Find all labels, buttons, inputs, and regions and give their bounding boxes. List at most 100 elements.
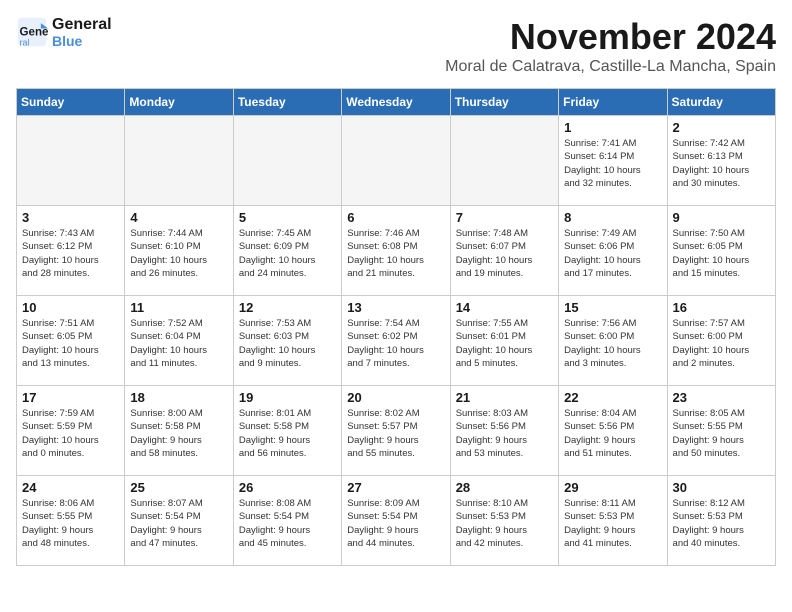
day-info: Sunrise: 7:48 AMSunset: 6:07 PMDaylight:… — [456, 227, 553, 280]
day-info: Sunrise: 8:00 AMSunset: 5:58 PMDaylight:… — [130, 407, 227, 460]
calendar-cell: 26Sunrise: 8:08 AMSunset: 5:54 PMDayligh… — [233, 476, 341, 566]
day-info: Sunrise: 7:46 AMSunset: 6:08 PMDaylight:… — [347, 227, 444, 280]
day-info: Sunrise: 7:41 AMSunset: 6:14 PMDaylight:… — [564, 137, 661, 190]
day-info: Sunrise: 7:43 AMSunset: 6:12 PMDaylight:… — [22, 227, 119, 280]
day-number: 14 — [456, 300, 553, 315]
day-info: Sunrise: 8:05 AMSunset: 5:55 PMDaylight:… — [673, 407, 770, 460]
day-number: 13 — [347, 300, 444, 315]
logo: Gene ral General Blue — [16, 16, 112, 49]
day-number: 29 — [564, 480, 661, 495]
day-info: Sunrise: 8:07 AMSunset: 5:54 PMDaylight:… — [130, 497, 227, 550]
calendar-cell: 15 Sunrise: 7:56 AMSunset: 6:00 PMDayligh… — [559, 296, 667, 386]
day-info: Sunrise: 8:02 AMSunset: 5:57 PMDaylight:… — [347, 407, 444, 460]
calendar-cell: 2Sunrise: 7:42 AMSunset: 6:13 PMDaylight… — [667, 116, 775, 206]
day-number: 7 — [456, 210, 553, 225]
weekday-header-saturday: Saturday — [667, 89, 775, 116]
calendar-cell: 29 Sunrise: 8:11 AMSunset: 5:53 PMDayligh… — [559, 476, 667, 566]
calendar-cell: 25Sunrise: 8:07 AMSunset: 5:54 PMDayligh… — [125, 476, 233, 566]
day-info: Sunrise: 8:04 AMSunset: 5:56 PMDaylight:… — [564, 407, 661, 460]
day-info: Sunrise: 8:06 AMSunset: 5:55 PMDaylight:… — [22, 497, 119, 550]
day-info: Sunrise: 7:52 AMSunset: 6:04 PMDaylight:… — [130, 317, 227, 370]
day-info: Sunrise: 8:12 AMSunset: 5:53 PMDaylight:… — [673, 497, 770, 550]
day-number: 4 — [130, 210, 227, 225]
day-number: 6 — [347, 210, 444, 225]
day-number: 16 — [673, 300, 770, 315]
calendar-cell: 9 Sunrise: 7:50 AMSunset: 6:05 PMDaylight… — [667, 206, 775, 296]
day-info: Sunrise: 7:44 AMSunset: 6:10 PMDaylight:… — [130, 227, 227, 280]
day-number: 11 — [130, 300, 227, 315]
logo-line1: General — [52, 16, 112, 34]
day-info: Sunrise: 7:59 AMSunset: 5:59 PMDaylight:… — [22, 407, 119, 460]
day-info: Sunrise: 8:09 AMSunset: 5:54 PMDaylight:… — [347, 497, 444, 550]
day-info: Sunrise: 7:51 AMSunset: 6:05 PMDaylight:… — [22, 317, 119, 370]
day-number: 3 — [22, 210, 119, 225]
day-info: Sunrise: 8:03 AMSunset: 5:56 PMDaylight:… — [456, 407, 553, 460]
day-number: 17 — [22, 390, 119, 405]
day-info: Sunrise: 7:54 AMSunset: 6:02 PMDaylight:… — [347, 317, 444, 370]
calendar-cell: 30 Sunrise: 8:12 AMSunset: 5:53 PMDayligh… — [667, 476, 775, 566]
calendar-cell: 7 Sunrise: 7:48 AMSunset: 6:07 PMDaylight… — [450, 206, 558, 296]
calendar-cell: 4 Sunrise: 7:44 AMSunset: 6:10 PMDaylight… — [125, 206, 233, 296]
calendar-cell — [450, 116, 558, 206]
calendar-cell: 21 Sunrise: 8:03 AMSunset: 5:56 PMDayligh… — [450, 386, 558, 476]
day-number: 21 — [456, 390, 553, 405]
day-number: 23 — [673, 390, 770, 405]
calendar-cell: 16 Sunrise: 7:57 AMSunset: 6:00 PMDayligh… — [667, 296, 775, 386]
calendar-cell: 3 Sunrise: 7:43 AMSunset: 6:12 PMDaylight… — [17, 206, 125, 296]
weekday-header-friday: Friday — [559, 89, 667, 116]
day-info: Sunrise: 8:11 AMSunset: 5:53 PMDaylight:… — [564, 497, 661, 550]
calendar-cell: 18 Sunrise: 8:00 AMSunset: 5:58 PMDayligh… — [125, 386, 233, 476]
calendar-cell: 12 Sunrise: 7:53 AMSunset: 6:03 PMDayligh… — [233, 296, 341, 386]
weekday-header-monday: Monday — [125, 89, 233, 116]
day-info: Sunrise: 7:50 AMSunset: 6:05 PMDaylight:… — [673, 227, 770, 280]
day-number: 30 — [673, 480, 770, 495]
calendar-cell: 20 Sunrise: 8:02 AMSunset: 5:57 PMDayligh… — [342, 386, 450, 476]
logo-icon: Gene ral — [16, 16, 48, 48]
logo-line2: Blue — [52, 34, 112, 49]
day-info: Sunrise: 7:49 AMSunset: 6:06 PMDaylight:… — [564, 227, 661, 280]
day-number: 22 — [564, 390, 661, 405]
day-number: 2 — [673, 120, 770, 135]
calendar-cell — [342, 116, 450, 206]
weekday-header-sunday: Sunday — [17, 89, 125, 116]
calendar-cell: 24 Sunrise: 8:06 AMSunset: 5:55 PMDayligh… — [17, 476, 125, 566]
calendar-cell — [125, 116, 233, 206]
day-info: Sunrise: 8:10 AMSunset: 5:53 PMDaylight:… — [456, 497, 553, 550]
day-number: 24 — [22, 480, 119, 495]
calendar-cell: 8 Sunrise: 7:49 AMSunset: 6:06 PMDaylight… — [559, 206, 667, 296]
day-number: 1 — [564, 120, 661, 135]
calendar-cell: 11 Sunrise: 7:52 AMSunset: 6:04 PMDayligh… — [125, 296, 233, 386]
day-number: 5 — [239, 210, 336, 225]
day-number: 9 — [673, 210, 770, 225]
day-number: 12 — [239, 300, 336, 315]
day-number: 8 — [564, 210, 661, 225]
calendar-table: SundayMondayTuesdayWednesdayThursdayFrid… — [16, 88, 776, 566]
calendar-cell: 14Sunrise: 7:55 AMSunset: 6:01 PMDayligh… — [450, 296, 558, 386]
day-info: Sunrise: 7:56 AMSunset: 6:00 PMDaylight:… — [564, 317, 661, 370]
day-number: 15 — [564, 300, 661, 315]
day-info: Sunrise: 7:57 AMSunset: 6:00 PMDaylight:… — [673, 317, 770, 370]
day-number: 26 — [239, 480, 336, 495]
title-section: November 2024 Moral de Calatrava, Castil… — [445, 16, 776, 76]
calendar-cell — [17, 116, 125, 206]
calendar-cell: 1 Sunrise: 7:41 AMSunset: 6:14 PMDaylight… — [559, 116, 667, 206]
day-number: 10 — [22, 300, 119, 315]
svg-text:ral: ral — [20, 38, 30, 48]
day-info: Sunrise: 7:53 AMSunset: 6:03 PMDaylight:… — [239, 317, 336, 370]
calendar-cell: 28 Sunrise: 8:10 AMSunset: 5:53 PMDayligh… — [450, 476, 558, 566]
weekday-header-wednesday: Wednesday — [342, 89, 450, 116]
day-number: 28 — [456, 480, 553, 495]
day-info: Sunrise: 7:45 AMSunset: 6:09 PMDaylight:… — [239, 227, 336, 280]
day-info: Sunrise: 8:01 AMSunset: 5:58 PMDaylight:… — [239, 407, 336, 460]
subtitle: Moral de Calatrava, Castille-La Mancha, … — [445, 58, 776, 76]
day-number: 18 — [130, 390, 227, 405]
calendar-cell: 22 Sunrise: 8:04 AMSunset: 5:56 PMDayligh… — [559, 386, 667, 476]
day-number: 19 — [239, 390, 336, 405]
calendar-cell: 10 Sunrise: 7:51 AMSunset: 6:05 PMDayligh… — [17, 296, 125, 386]
calendar-cell: 23 Sunrise: 8:05 AMSunset: 5:55 PMDayligh… — [667, 386, 775, 476]
day-number: 20 — [347, 390, 444, 405]
calendar-cell: 6 Sunrise: 7:46 AMSunset: 6:08 PMDaylight… — [342, 206, 450, 296]
month-title: November 2024 — [445, 16, 776, 58]
weekday-header-tuesday: Tuesday — [233, 89, 341, 116]
calendar-cell: 27Sunrise: 8:09 AMSunset: 5:54 PMDayligh… — [342, 476, 450, 566]
